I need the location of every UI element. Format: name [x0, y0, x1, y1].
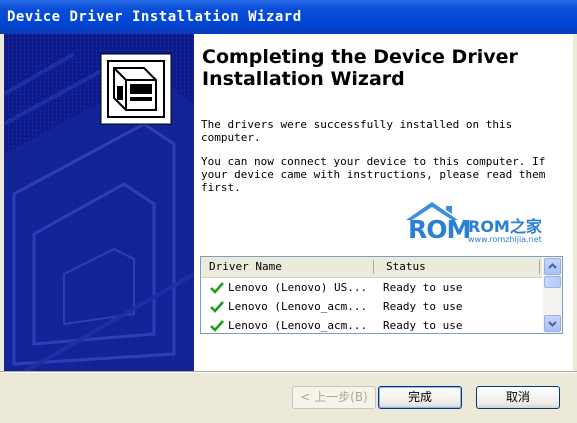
button-bar: < 上一步(B) 完成 取消: [0, 372, 577, 423]
watermark-brand: ROM之家: [468, 217, 542, 236]
finish-button[interactable]: 完成: [378, 386, 462, 409]
scroll-up-button[interactable]: [544, 258, 561, 275]
list-item[interactable]: Lenovo (Lenovo) US... Ready to use: [201, 278, 542, 297]
success-message: The drivers were successfully installed …: [201, 118, 513, 144]
window-title: Device Driver Installation Wizard: [0, 0, 577, 34]
list-item[interactable]: Lenovo (Lenovo_acm... Ready to use: [201, 316, 542, 333]
instructions-message: You can now connect your device to this …: [201, 155, 546, 194]
list-item[interactable]: Lenovo (Lenovo_acm... Ready to use: [201, 297, 542, 316]
driver-status: Ready to use: [383, 319, 463, 332]
column-driver-name[interactable]: Driver Name: [201, 257, 373, 277]
side-panel-graphic: [4, 34, 194, 372]
driver-list-header: Driver Name Status: [201, 257, 542, 278]
driver-status: Ready to use: [383, 281, 463, 294]
back-button[interactable]: < 上一步(B): [292, 386, 376, 409]
column-status[interactable]: Status: [378, 257, 538, 277]
scroll-down-button[interactable]: [544, 315, 561, 332]
list-scrollbar[interactable]: [543, 257, 562, 333]
wizard-window: Device Driver Installation Wizard Comple…: [0, 0, 577, 423]
chevron-up-icon: [548, 263, 557, 269]
driver-name: Lenovo (Lenovo) US...: [228, 281, 368, 294]
computer-hardware-icon: [100, 53, 172, 125]
driver-status: Ready to use: [383, 300, 463, 313]
check-icon: [210, 320, 224, 332]
wizard-content: Completing the Device Driver Installatio…: [194, 34, 573, 372]
watermark-url: www.romzhijia.net: [468, 235, 542, 244]
watermark-logo: ROM ROM之家 www.romzhijia.net: [404, 200, 569, 252]
check-icon: [210, 282, 224, 294]
driver-list[interactable]: Driver Name Status Lenovo (Lenovo) US...…: [200, 256, 563, 334]
driver-name: Lenovo (Lenovo_acm...: [228, 300, 368, 313]
chevron-down-icon: [548, 321, 557, 327]
wizard-side-panel: [4, 34, 194, 372]
driver-name: Lenovo (Lenovo_acm...: [228, 319, 368, 332]
cancel-button[interactable]: 取消: [476, 386, 560, 409]
watermark-rom-text: ROM: [408, 215, 471, 244]
check-icon: [210, 301, 224, 313]
scroll-thumb[interactable]: [544, 276, 561, 288]
page-title: Completing the Device Driver Installatio…: [202, 46, 518, 90]
